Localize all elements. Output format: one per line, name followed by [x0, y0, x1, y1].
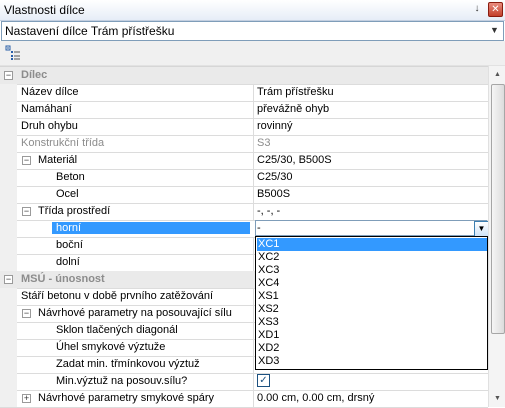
property-label: Sklon tlačených diagonál	[56, 324, 178, 336]
property-label: Návrhové parametry smykové spáry	[38, 392, 215, 404]
section-label: Dílec	[21, 69, 48, 81]
pin-icon[interactable]: ↓	[470, 2, 484, 16]
property-value[interactable]: -	[257, 222, 261, 234]
dropdown-option[interactable]: XD2	[257, 342, 487, 355]
dropdown-option[interactable]: XC1	[257, 238, 487, 251]
property-value[interactable]: Trám přístřešku	[257, 86, 334, 98]
property-row[interactable]: Beton C25/30	[0, 169, 488, 187]
property-label: Ocel	[56, 188, 79, 200]
scroll-up-icon[interactable]: ▲	[490, 67, 505, 82]
dropdown-arrow-icon[interactable]: ▼	[474, 221, 489, 237]
property-label: Název dílce	[21, 86, 79, 98]
property-label: Třída prostředí	[38, 205, 111, 217]
dropdown-option[interactable]: XC4	[257, 277, 487, 290]
property-value[interactable]: rovinný	[257, 120, 292, 132]
property-row[interactable]: Ocel B500S	[0, 186, 488, 204]
property-value: S3	[257, 137, 271, 149]
property-row-environment[interactable]: − Třída prostředí -, -, -	[0, 203, 488, 221]
property-label: Min.výztuž na posouv.sílu?	[56, 375, 188, 387]
property-value[interactable]: 0.00 cm, 0.00 cm, drsný	[257, 392, 374, 404]
property-toolbar	[0, 41, 505, 66]
section-dilec[interactable]: − Dílec	[0, 67, 488, 85]
property-label: Návrhové parametry na posouvající sílu	[38, 307, 232, 319]
collapse-icon[interactable]: −	[4, 275, 13, 284]
property-value-editor[interactable]	[255, 220, 487, 236]
section-label: MSÚ - únosnost	[21, 273, 105, 285]
collapse-icon[interactable]: −	[22, 207, 31, 216]
property-value[interactable]: -, -, -	[257, 205, 280, 217]
property-label: Stáří betonu v době prvního zatěžování	[21, 290, 214, 302]
property-label: Úhel smykové výztuže	[56, 341, 166, 353]
property-value[interactable]: C25/30	[257, 171, 292, 183]
scroll-thumb[interactable]	[491, 84, 505, 334]
property-label: horní	[52, 222, 250, 234]
expand-icon[interactable]: +	[22, 394, 31, 403]
dropdown-option[interactable]: XS2	[257, 303, 487, 316]
dropdown-option[interactable]: XC3	[257, 264, 487, 277]
property-label: dolní	[56, 256, 80, 268]
property-value[interactable]: B500S	[257, 188, 290, 200]
property-label: Konstrukční třída	[21, 137, 105, 149]
property-row[interactable]: Druh ohybu rovinný	[0, 118, 488, 136]
window-titlebar: Vlastnosti dílce ↓ ✕	[0, 0, 505, 21]
object-selector-value: Nastavení dílce Trám přístřešku	[5, 24, 175, 38]
collapse-icon[interactable]: −	[22, 309, 31, 318]
property-value[interactable]: převážně ohyb	[257, 103, 329, 115]
property-row-joint[interactable]: + Návrhové parametry smykové spáry 0.00 …	[0, 390, 488, 408]
environment-class-dropdown[interactable]: XC1 XC2 XC3 XC4 XS1 XS2 XS3 XD1 XD2 XD3	[255, 236, 488, 370]
close-icon[interactable]: ✕	[488, 2, 503, 17]
object-selector[interactable]: Nastavení dílce Trám přístřešku ▼	[1, 21, 504, 41]
window-title: Vlastnosti dílce	[4, 3, 85, 17]
collapse-icon[interactable]: −	[4, 71, 13, 80]
property-label: Namáhaní	[21, 103, 72, 115]
property-label: Zadat min. třmínkovou výztuž	[56, 358, 200, 370]
dropdown-option[interactable]: XS1	[257, 290, 487, 303]
property-row[interactable]: Namáhaní převážně ohyb	[0, 101, 488, 119]
property-row[interactable]: Min.výztuž na posouv.sílu? ✓	[0, 373, 488, 391]
property-label: Druh ohybu	[21, 120, 78, 132]
scroll-down-icon[interactable]: ▼	[490, 391, 505, 406]
categorized-view-icon[interactable]	[5, 45, 21, 61]
property-row: Konstrukční třída S3	[0, 135, 488, 153]
dropdown-option[interactable]: XD3	[257, 355, 487, 368]
dropdown-option[interactable]: XC2	[257, 251, 487, 264]
property-label: boční	[56, 239, 83, 251]
property-row-material[interactable]: − Materiál C25/30, B500S	[0, 152, 488, 170]
vertical-scrollbar[interactable]: ▲ ▼	[488, 66, 505, 407]
checkbox-checked-icon[interactable]: ✓	[257, 374, 270, 387]
dropdown-option[interactable]: XD1	[257, 329, 487, 342]
property-value[interactable]: C25/30, B500S	[257, 154, 332, 166]
chevron-down-icon[interactable]: ▼	[488, 24, 501, 37]
property-label: Materiál	[38, 154, 78, 166]
property-label: Beton	[56, 171, 85, 183]
dropdown-option[interactable]: XS3	[257, 316, 487, 329]
property-row[interactable]: Název dílce Trám přístřešku	[0, 84, 488, 102]
collapse-icon[interactable]: −	[22, 156, 31, 165]
